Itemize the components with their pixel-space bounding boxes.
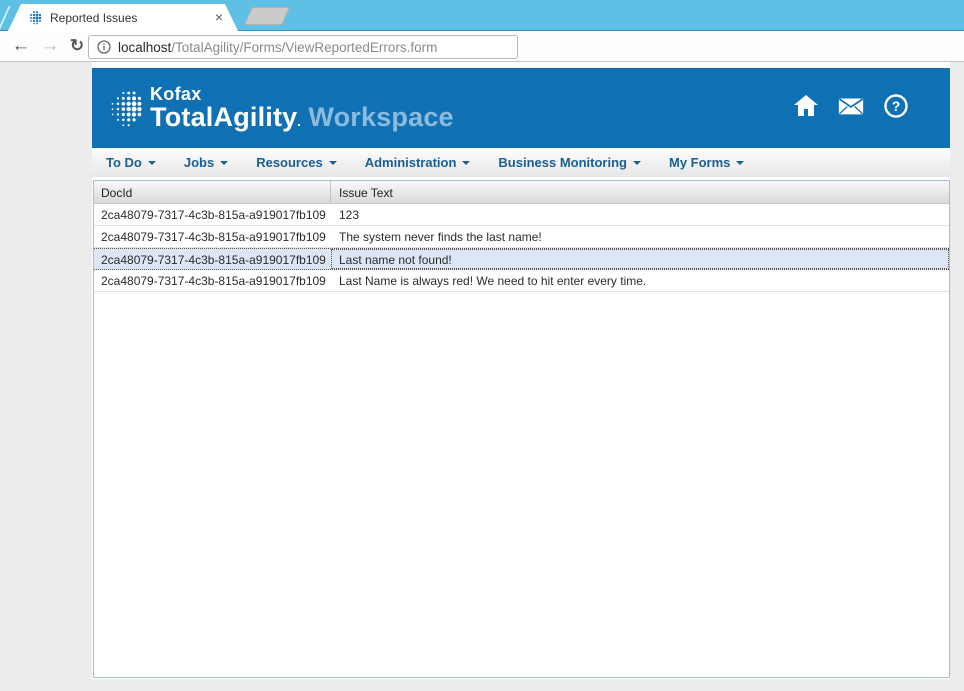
page-background: Kofax TotalAgility Workspace ? To Do Job… (0, 62, 964, 691)
tab-strip-left-edge (0, 6, 11, 31)
chevron-down-icon (328, 161, 337, 165)
column-header-docid[interactable]: DocId (94, 181, 331, 203)
brand-workspace: Workspace (308, 102, 454, 132)
issue-text-cell[interactable]: 123 (331, 204, 949, 225)
chevron-down-icon (632, 161, 641, 165)
menu-label: Resources (256, 155, 323, 170)
menu-item-to-do[interactable]: To Do (92, 148, 170, 177)
browser-tab[interactable]: Reported Issues × (8, 4, 238, 31)
menu-label: Administration (364, 155, 457, 170)
url-host: localhost (118, 39, 172, 55)
address-bar[interactable]: localhost/TotalAgility/Forms/ViewReporte… (88, 35, 518, 59)
menu-label: Jobs (183, 155, 215, 170)
brand-text: Kofax TotalAgility Workspace (150, 85, 454, 133)
brand-trademark-dot (298, 124, 301, 126)
menu-label: Business Monitoring (498, 155, 627, 170)
browser-tab-strip: Reported Issues × (0, 0, 964, 31)
content-container: Kofax TotalAgility Workspace ? To Do Job… (92, 62, 950, 679)
site-header: Kofax TotalAgility Workspace ? (92, 68, 950, 148)
docid-cell[interactable]: 2ca48079-7317-4c3b-815a-a919017fb109 (94, 249, 331, 269)
issue-text-cell[interactable]: The system never finds the last name! (331, 226, 949, 247)
docid-cell[interactable]: 2ca48079-7317-4c3b-815a-a919017fb109 (94, 226, 331, 247)
kofax-favicon-icon (30, 10, 42, 25)
mail-icon[interactable] (837, 92, 865, 120)
issue-text-cell[interactable]: Last Name is always red! We need to hit … (331, 270, 949, 291)
header-icon-group: ? (792, 92, 910, 120)
docid-cell[interactable]: 2ca48079-7317-4c3b-815a-a919017fb109 (94, 204, 331, 225)
home-icon[interactable] (792, 92, 820, 120)
tab-close-icon[interactable]: × (211, 9, 227, 25)
table-row[interactable]: 2ca48079-7317-4c3b-815a-a919017fb109 The… (94, 226, 949, 248)
forward-icon[interactable]: → (37, 33, 63, 59)
menu-label: To Do (106, 155, 142, 170)
brand-product: TotalAgility (150, 102, 298, 132)
menu-item-my-forms[interactable]: My Forms (655, 148, 758, 177)
chevron-down-icon (736, 161, 745, 165)
grid-header-row: DocId Issue Text (94, 181, 949, 204)
workspace-menubar: To Do Jobs Resources Administration Busi… (92, 148, 950, 177)
url-text: localhost/TotalAgility/Forms/ViewReporte… (118, 40, 437, 55)
table-row[interactable]: 2ca48079-7317-4c3b-815a-a919017fb109 Las… (94, 270, 949, 292)
brand-product-line: TotalAgility Workspace (150, 103, 454, 131)
table-row[interactable]: 2ca48079-7317-4c3b-815a-a919017fb109 123 (94, 204, 949, 226)
back-icon[interactable]: ← (8, 33, 34, 59)
menu-item-business-monitoring[interactable]: Business Monitoring (484, 148, 655, 177)
column-header-issue-text[interactable]: Issue Text (331, 181, 949, 203)
reload-icon[interactable]: ↻ (64, 33, 90, 59)
docid-cell[interactable]: 2ca48079-7317-4c3b-815a-a919017fb109 (94, 270, 331, 291)
tab-title: Reported Issues (50, 11, 138, 25)
new-tab-button[interactable] (243, 7, 291, 25)
menu-item-administration[interactable]: Administration (351, 148, 485, 177)
kofax-logo: Kofax TotalAgility Workspace (109, 85, 454, 133)
issue-text-cell[interactable]: Last name not found! (331, 249, 949, 269)
table-row-selected[interactable]: 2ca48079-7317-4c3b-815a-a919017fb109 Las… (94, 248, 949, 270)
chevron-down-icon (462, 161, 471, 165)
menu-item-jobs[interactable]: Jobs (170, 148, 242, 177)
chevron-down-icon (147, 161, 156, 165)
page-info-icon[interactable] (97, 40, 111, 54)
browser-toolbar: ← → ↻ localhost/TotalAgility/Forms/ViewR… (0, 31, 964, 62)
reported-issues-grid: DocId Issue Text 2ca48079-7317-4c3b-815a… (93, 180, 950, 678)
menu-label: My Forms (668, 155, 731, 170)
help-glyph: ? (892, 98, 901, 114)
help-icon[interactable]: ? (882, 92, 910, 120)
menu-item-resources[interactable]: Resources (242, 148, 350, 177)
url-path: /TotalAgility/Forms/ViewReportedErrors.f… (171, 39, 438, 55)
kofax-dots-icon (111, 91, 142, 127)
chevron-down-icon (220, 161, 229, 165)
brand-kofax: Kofax (150, 84, 202, 104)
